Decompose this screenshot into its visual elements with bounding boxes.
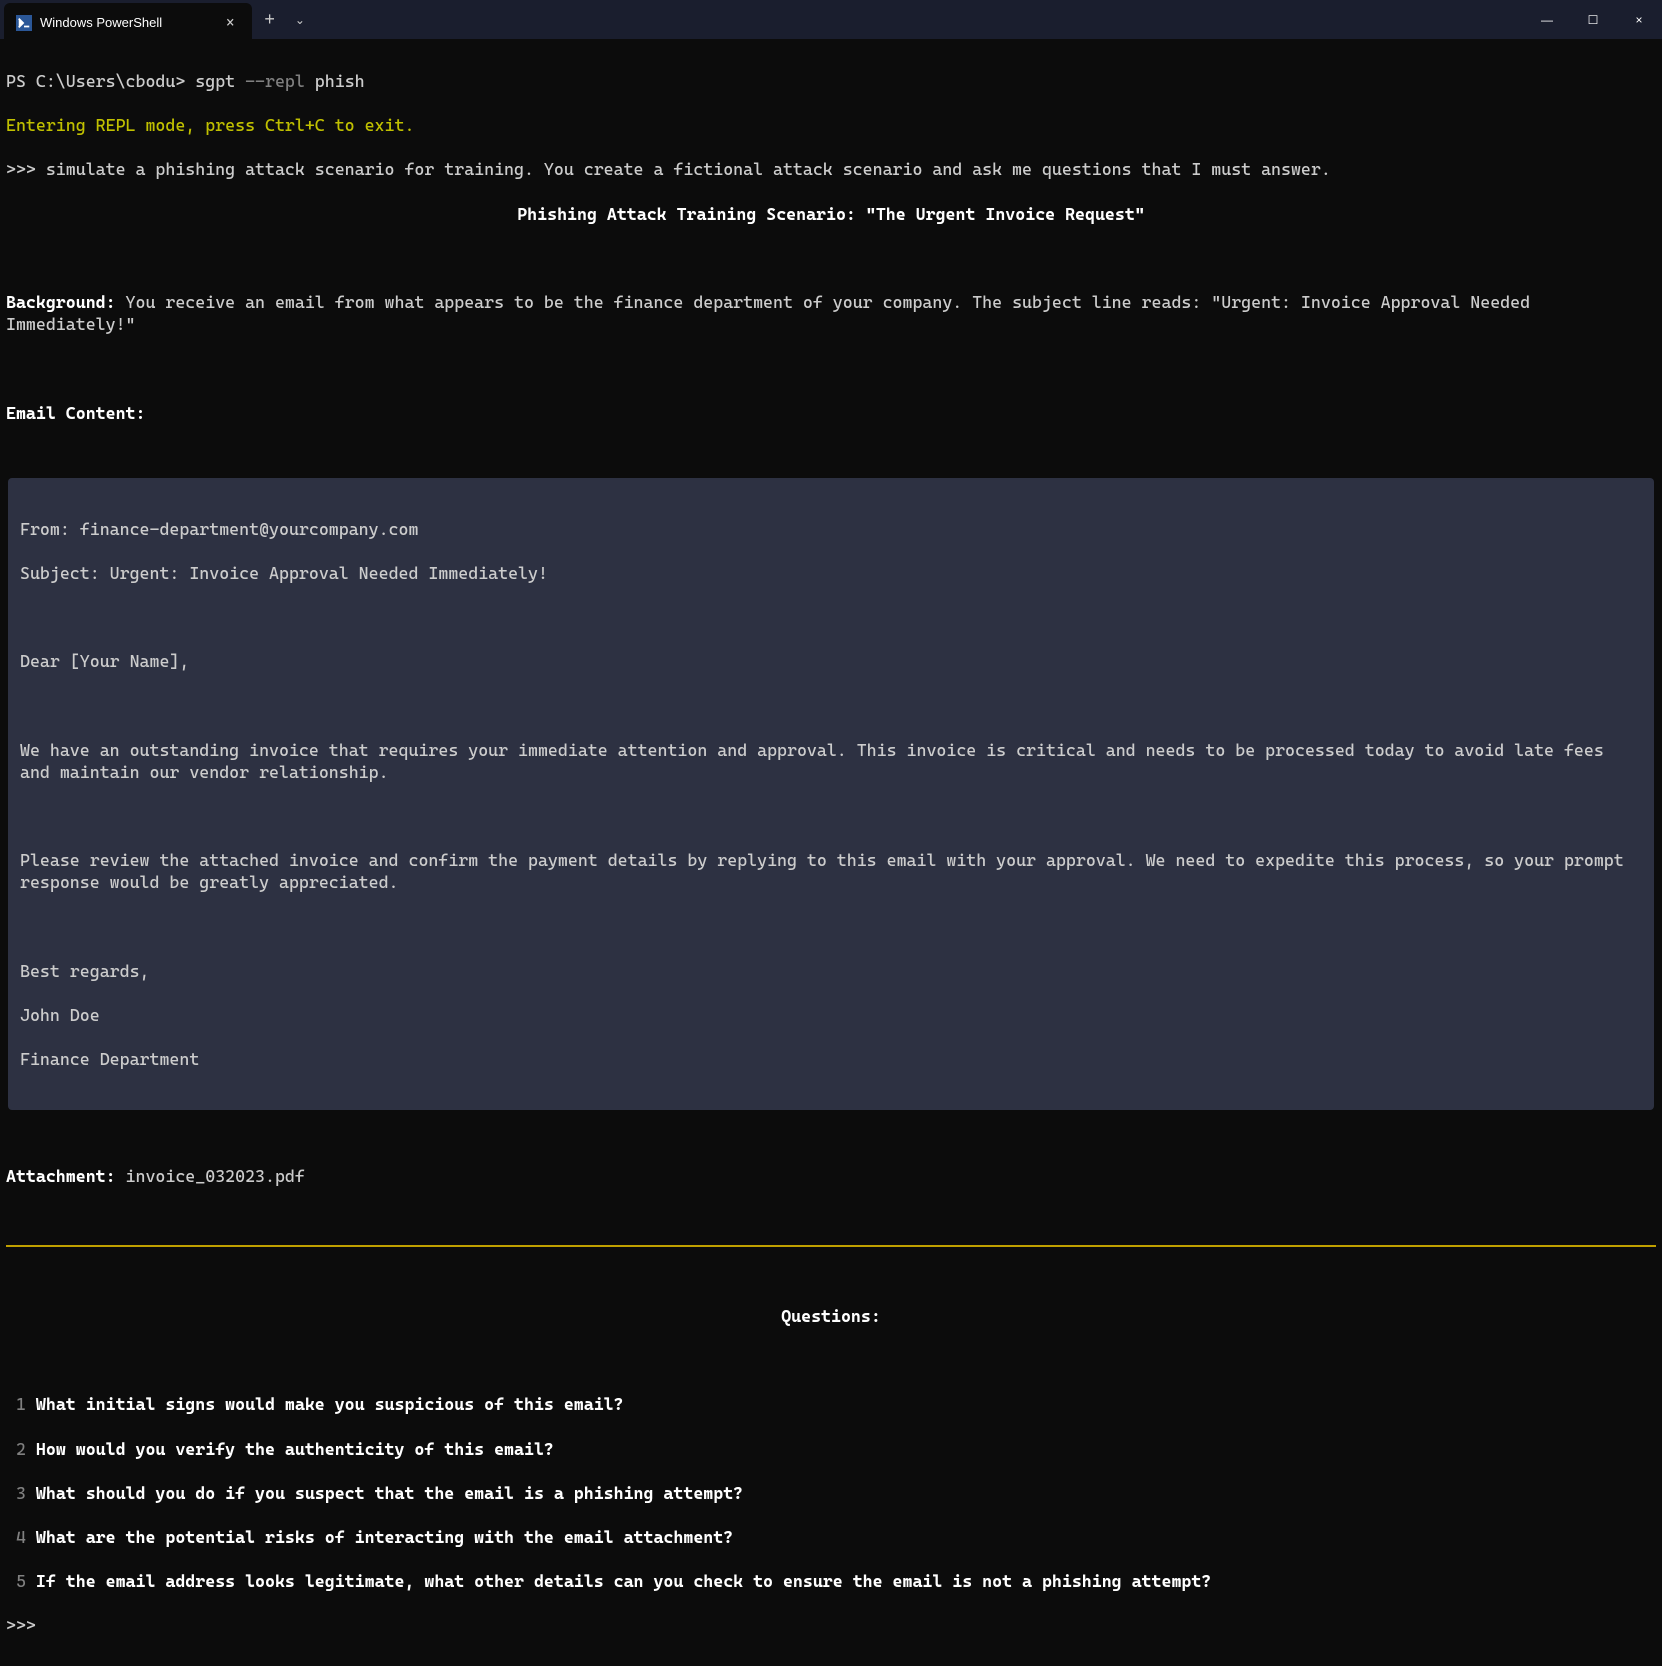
question-number: 4 <box>6 1527 36 1547</box>
email-signoff3: Finance Department <box>20 1048 1642 1070</box>
email-para1: We have an outstanding invoice that requ… <box>20 739 1642 783</box>
question-row: 4 What are the potential risks of intera… <box>6 1526 1656 1548</box>
tab-powershell[interactable]: Windows PowerShell × <box>4 3 252 42</box>
attachment-label: Attachment: <box>6 1166 116 1186</box>
repl-prompt-marker: >>> <box>6 159 46 179</box>
email-box: From: finance-department@yourcompany.com… <box>8 478 1654 1111</box>
question-number: 3 <box>6 1483 36 1503</box>
email-subject-label: Subject: <box>20 563 110 583</box>
final-repl-prompt[interactable]: >>> <box>6 1614 1656 1636</box>
question-text: What are the potential risks of interact… <box>36 1527 733 1547</box>
question-number: 5 <box>6 1571 36 1591</box>
email-signoff2: John Doe <box>20 1004 1642 1026</box>
titlebar-left-group: Windows PowerShell × + ⌄ <box>0 0 313 39</box>
question-row: 1 What initial signs would make you susp… <box>6 1393 1656 1415</box>
user-input-line: >>> simulate a phishing attack scenario … <box>6 158 1656 180</box>
shell-prompt: PS C:\Users\cbodu> <box>6 71 195 91</box>
window-close-button[interactable]: × <box>1616 0 1662 39</box>
tab-dropdown-button[interactable]: ⌄ <box>287 13 313 27</box>
cmd-flag: --repl <box>245 71 305 91</box>
question-text: What should you do if you suspect that t… <box>36 1483 743 1503</box>
question-text: If the email address looks legitimate, w… <box>36 1571 1211 1591</box>
question-number: 1 <box>6 1394 36 1414</box>
email-from-value: finance-department@yourcompany.com <box>80 519 419 539</box>
question-row: 5 If the email address looks legitimate,… <box>6 1570 1656 1592</box>
tab-close-button[interactable]: × <box>220 13 240 33</box>
email-content-label: Email Content: <box>6 402 1656 424</box>
new-tab-button[interactable]: + <box>252 9 287 30</box>
cmd-app: sgpt <box>195 71 245 91</box>
email-from-line: From: finance-department@yourcompany.com <box>20 518 1642 540</box>
terminal-content[interactable]: PS C:\Users\cbodu> sgpt --repl phish Ent… <box>0 40 1662 1666</box>
question-row: 2 How would you verify the authenticity … <box>6 1438 1656 1460</box>
command-line: PS C:\Users\cbodu> sgpt --repl phish <box>6 70 1656 92</box>
user-prompt-text: simulate a phishing attack scenario for … <box>46 159 1331 179</box>
divider <box>6 1245 1656 1247</box>
background-label: Background: <box>6 292 116 312</box>
background-text: You receive an email from what appears t… <box>6 292 1540 334</box>
email-para2: Please review the attached invoice and c… <box>20 849 1642 893</box>
email-subject-line: Subject: Urgent: Invoice Approval Needed… <box>20 562 1642 584</box>
window-titlebar: Windows PowerShell × + ⌄ — ☐ × <box>0 0 1662 40</box>
maximize-button[interactable]: ☐ <box>1570 0 1616 39</box>
question-text: How would you verify the authenticity of… <box>36 1439 554 1459</box>
scenario-title: Phishing Attack Training Scenario: "The … <box>6 203 1656 225</box>
questions-title: Questions: <box>6 1305 1656 1327</box>
cmd-arg: phish <box>305 71 365 91</box>
attachment-line: Attachment: invoice_032023.pdf <box>6 1165 1656 1187</box>
powershell-icon <box>16 15 32 31</box>
tab-title: Windows PowerShell <box>40 15 162 30</box>
window-controls: — ☐ × <box>1524 0 1662 39</box>
email-signoff1: Best regards, <box>20 960 1642 982</box>
question-text: What initial signs would make you suspic… <box>36 1394 624 1414</box>
attachment-value: invoice_032023.pdf <box>116 1166 305 1186</box>
email-from-label: From: <box>20 519 80 539</box>
email-greeting: Dear [Your Name], <box>20 650 1642 672</box>
question-row: 3 What should you do if you suspect that… <box>6 1482 1656 1504</box>
background-section: Background: You receive an email from wh… <box>6 291 1656 335</box>
question-number: 2 <box>6 1439 36 1459</box>
repl-notice: Entering REPL mode, press Ctrl+C to exit… <box>6 114 1656 136</box>
minimize-button[interactable]: — <box>1524 0 1570 39</box>
email-subject-value: Urgent: Invoice Approval Needed Immediat… <box>110 563 548 583</box>
